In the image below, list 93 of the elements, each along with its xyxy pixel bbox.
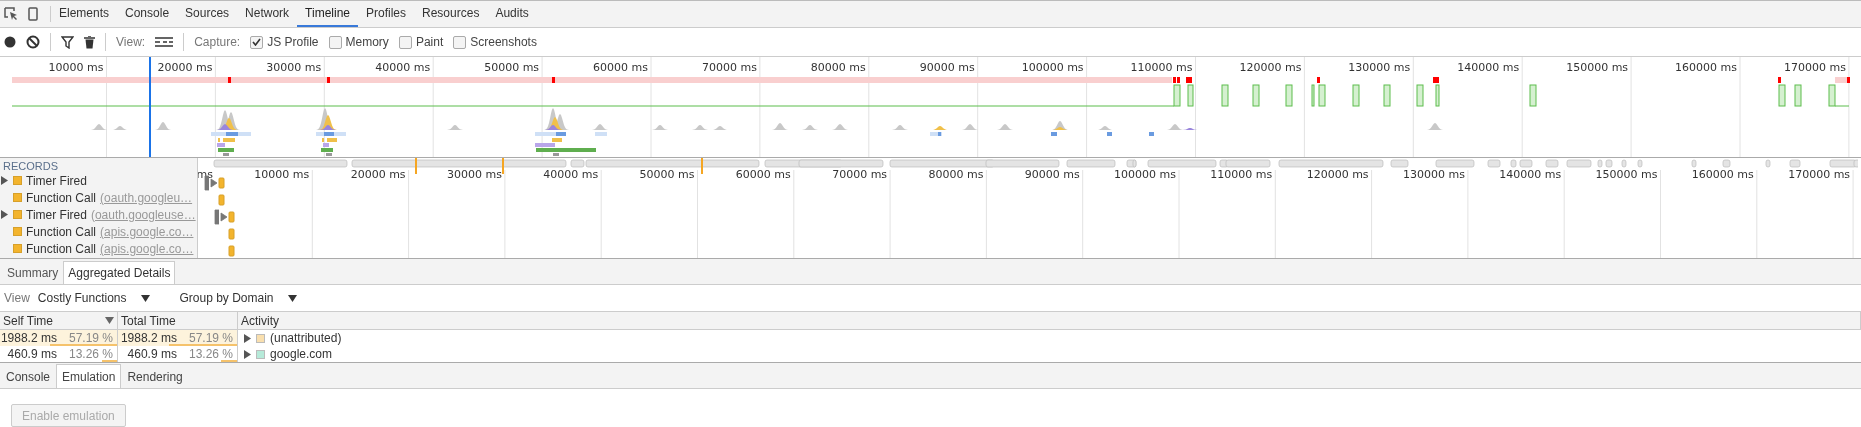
tick-label: 150000 ms [1595,168,1658,181]
tick-label: 150000 ms [1566,61,1629,74]
drawer-tab[interactable]: Rendering [121,364,189,388]
dropdown-caret-icon [287,294,297,302]
tick-label: 20000 ms [157,61,213,74]
panel-tab[interactable]: Timeline [297,1,358,27]
marker-line [701,158,703,174]
tick-label: 140000 ms [1457,61,1520,74]
drawer-tab[interactable]: Console [0,364,57,388]
details-tab[interactable]: Summary [2,261,64,284]
activity-name: (unattributed) [270,331,342,345]
tick-label: 90000 ms [919,61,975,74]
record-name[interactable]: Function Call [26,241,97,256]
tick-label: 70000 ms [832,168,888,181]
record-name[interactable]: Function Call [26,190,97,205]
records-header: RECORDS [2,159,59,172]
tick-label: 40000 ms [543,168,599,181]
tick-label: 170000 ms [1783,61,1846,74]
checkbox-label: Screenshots [470,35,537,49]
panel-tab[interactable]: Elements [51,1,118,27]
dropdown[interactable]: Costly Functions [37,291,150,305]
tick-label: 80000 ms [810,61,866,74]
record-name[interactable]: Timer Fired [26,207,87,222]
capture-label: Capture: [194,35,241,49]
panel-tab[interactable]: Resources [414,1,488,27]
filter-icon[interactable] [61,35,74,49]
percent-value: 13.26 % [68,347,113,361]
record-name[interactable]: Timer Fired [26,173,87,188]
tick-label: 160000 ms [1691,168,1754,181]
panel-tab[interactable]: Profiles [358,1,415,27]
column-header[interactable]: Activity [238,312,1861,329]
tick-label: 170000 ms [1788,168,1851,181]
checkbox-label: Memory [345,35,389,49]
tick-label: 50000 ms [639,168,695,181]
tick-label: 40000 ms [375,61,431,74]
percent-value: 57.19 % [68,331,113,345]
tick-label: 130000 ms [1402,168,1465,181]
tick-label: 120000 ms [1239,61,1302,74]
drawer-tab[interactable]: Emulation [56,364,122,388]
tick-label: 140000 ms [1499,168,1562,181]
checkbox-label: JS Profile [267,35,319,49]
dropdown-caret-icon [140,294,150,302]
tick-label: 30000 ms [446,168,502,181]
panel-tab[interactable]: Sources [177,1,238,27]
device-icon[interactable] [28,7,38,21]
tick-label: 60000 ms [735,168,791,181]
checkbox[interactable] [398,35,412,49]
activity-name: google.com [270,347,333,361]
expand-arrow-icon[interactable] [1,176,8,185]
view-label: View: [116,35,146,49]
trash-icon[interactable] [84,35,95,49]
checkbox[interactable] [328,35,342,49]
record-icon[interactable] [4,36,16,48]
percent-value: 13.26 % [188,347,233,361]
tick-label: 30000 ms [266,61,322,74]
tick-label: 110000 ms [1210,168,1273,181]
marker-line [502,158,504,174]
tick-label: 10000 ms [254,168,310,181]
panel-tab[interactable]: Console [117,1,178,27]
tick-label: 80000 ms [928,168,984,181]
checkbox[interactable] [250,35,264,49]
tick-label: 60000 ms [593,61,648,74]
tick-label: 100000 ms [1114,168,1176,181]
tick-label: 100000 ms [1021,61,1084,74]
time-value: 1988.2 ms [120,331,177,345]
panel-tab[interactable]: Audits [487,1,537,27]
checkbox[interactable] [453,35,467,49]
record-name[interactable]: Function Call [26,224,97,239]
panel-tab[interactable]: Network [237,1,298,27]
column-header[interactable]: Total Time [118,312,238,329]
expand-arrow-icon[interactable] [1,210,8,219]
tick-label: 20000 ms [350,168,406,181]
column-header[interactable]: Self Time [0,312,118,329]
time-value: 1988.2 ms [0,331,57,345]
view-mode-icon[interactable] [155,37,174,47]
tick-label: 70000 ms [701,61,757,74]
details-tab[interactable]: Aggregated Details [63,261,176,284]
tick-label: 160000 ms [1675,61,1737,74]
tick-label: 10000 ms [48,61,104,74]
tick-label: 120000 ms [1306,168,1369,181]
tick-label: 130000 ms [1348,61,1411,74]
tick-label: 110000 ms [1130,61,1193,74]
time-value: 460.9 ms [7,347,57,361]
tick-label: 50000 ms [484,61,540,74]
percent-value: 57.19 % [188,331,233,345]
checkbox-label: Paint [415,35,444,49]
inspect-icon[interactable] [4,7,18,21]
view-label: View [4,291,30,305]
time-value: 460.9 ms [127,347,177,361]
clear-icon[interactable] [26,35,40,49]
dropdown[interactable]: Group by Domain [179,291,297,305]
tick-label: 90000 ms [1024,168,1080,181]
marker-line [415,158,417,174]
